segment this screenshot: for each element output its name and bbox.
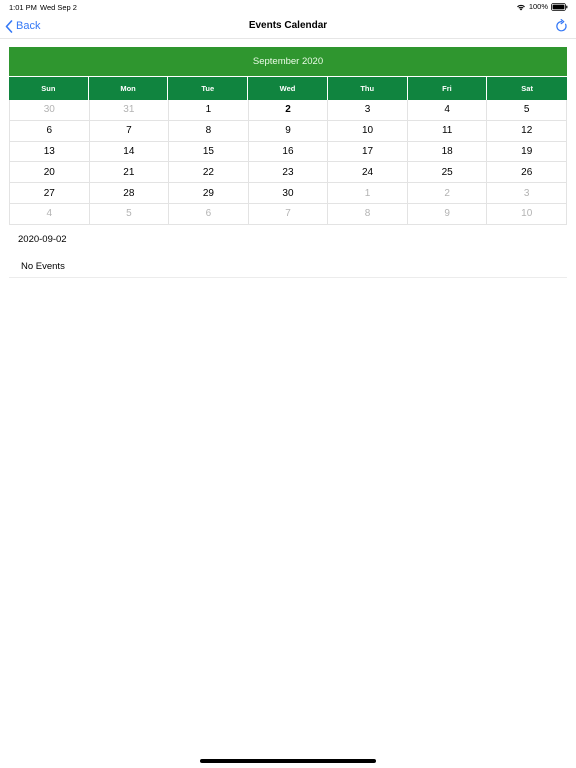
weekday-header: Wed	[248, 77, 328, 100]
calendar-day[interactable]: 5	[89, 203, 170, 225]
calendar-day[interactable]: 22	[169, 162, 249, 184]
refresh-icon[interactable]	[555, 19, 568, 33]
events-list: No Events	[9, 254, 567, 278]
calendar-day[interactable]: 4	[407, 100, 488, 121]
weekday-row: Sun Mon Tue Wed Thu Fri Sat	[9, 77, 567, 100]
weekday-header: Mon	[88, 77, 169, 100]
battery-percent: 100%	[528, 2, 548, 11]
page-title: Events Calendar	[248, 20, 328, 31]
calendar-day[interactable]: 30	[248, 183, 329, 204]
calendar-day[interactable]: 17	[328, 141, 408, 163]
screen: 1:01 PM Wed Sep 2 100% Back Events Calen…	[0, 0, 576, 768]
status-bar: 1:01 PM Wed Sep 2 100%	[0, 0, 576, 14]
status-right: 100%	[516, 2, 568, 11]
nav-bar: Back Events Calendar	[0, 14, 576, 39]
calendar-day[interactable]: 14	[89, 141, 170, 163]
calendar-day[interactable]: 23	[248, 162, 329, 184]
status-date: Wed Sep 2	[40, 3, 77, 12]
calendar-day[interactable]: 10	[487, 203, 567, 225]
status-time: 1:01 PM	[9, 3, 37, 12]
calendar-day[interactable]: 27	[10, 183, 90, 204]
weekday-header: Sat	[487, 77, 567, 100]
calendar-day[interactable]: 12	[487, 120, 567, 142]
calendar-day[interactable]: 31	[89, 100, 170, 121]
calendar-day[interactable]: 11	[407, 120, 488, 142]
calendar-day[interactable]: 10	[328, 120, 408, 142]
calendar-day[interactable]: 9	[407, 203, 488, 225]
weekday-header: Thu	[327, 77, 408, 100]
calendar: September 2020 Sun Mon Tue Wed Thu Fri Sat 30 3…	[9, 47, 567, 225]
calendar-day[interactable]: 5	[487, 100, 567, 121]
calendar-day[interactable]: 7	[248, 203, 329, 225]
calendar-day[interactable]: 28	[89, 183, 170, 204]
calendar-day[interactable]: 15	[169, 141, 249, 163]
month-header[interactable]: September 2020	[9, 47, 567, 76]
no-events-label: No Events	[21, 261, 65, 272]
calendar-day[interactable]: 3	[487, 183, 567, 204]
calendar-day[interactable]: 6	[10, 120, 90, 142]
calendar-day[interactable]: 26	[487, 162, 567, 184]
days-grid: 30 31 1 2 3 4 5 6 7 8 9 10 11 12 13 14 15 16 17 18 19 20 21 22 2…	[9, 100, 567, 225]
calendar-day[interactable]: 4	[10, 203, 90, 225]
calendar-day[interactable]: 25	[407, 162, 488, 184]
calendar-day[interactable]: 13	[10, 141, 90, 163]
calendar-day[interactable]: 30	[10, 100, 90, 121]
weekday-header: Sun	[9, 77, 89, 100]
calendar-day[interactable]: 19	[487, 141, 567, 163]
calendar-day[interactable]: 2	[407, 183, 488, 204]
calendar-day[interactable]: 21	[89, 162, 170, 184]
calendar-day[interactable]: 2	[248, 100, 329, 121]
calendar-day[interactable]: 8	[328, 203, 408, 225]
calendar-day[interactable]: 3	[328, 100, 408, 121]
weekday-header: Tue	[168, 77, 249, 100]
home-indicator[interactable]	[200, 759, 376, 763]
calendar-day[interactable]: 9	[248, 120, 329, 142]
battery-icon	[551, 2, 568, 11]
calendar-day[interactable]: 8	[169, 120, 249, 142]
calendar-day[interactable]: 18	[407, 141, 488, 163]
calendar-day[interactable]: 29	[169, 183, 249, 204]
wifi-icon	[516, 4, 525, 10]
calendar-day[interactable]: 1	[169, 100, 249, 121]
weekday-header: Fri	[407, 77, 488, 100]
calendar-day[interactable]: 24	[328, 162, 408, 184]
calendar-day[interactable]: 16	[248, 141, 329, 163]
calendar-day[interactable]: 6	[169, 203, 249, 225]
calendar-day[interactable]: 1	[328, 183, 408, 204]
calendar-day[interactable]: 20	[10, 162, 90, 184]
selected-date: 2020-09-02	[18, 234, 67, 245]
calendar-day[interactable]: 7	[89, 120, 170, 142]
